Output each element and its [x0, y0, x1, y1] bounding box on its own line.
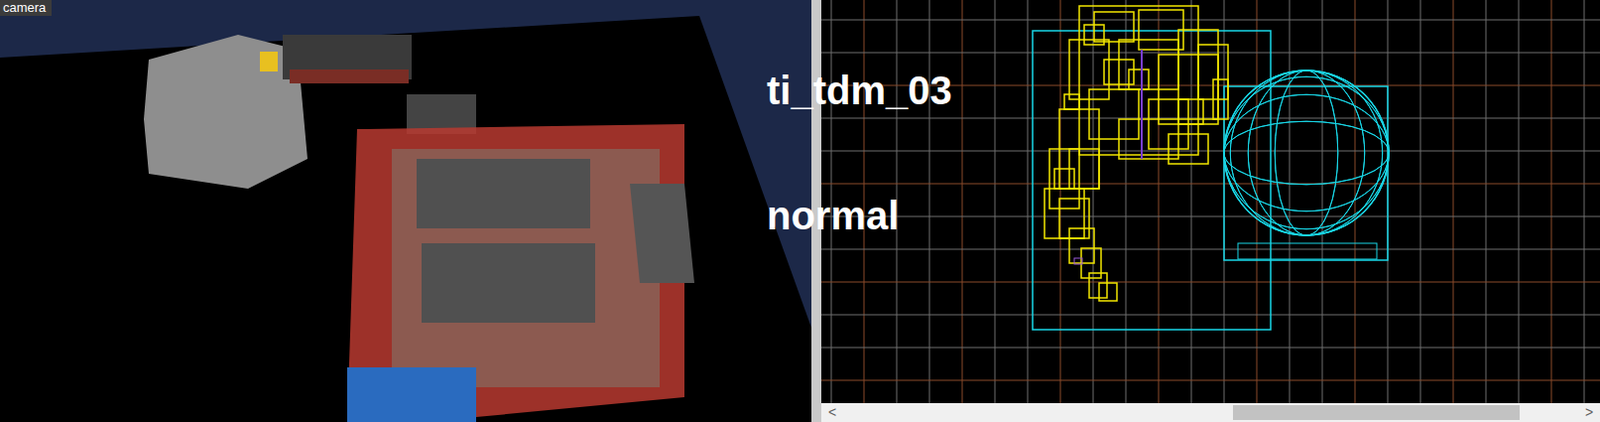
overlay-text: normal — [766, 192, 899, 239]
camera-viewport[interactable]: camera — [0, 0, 812, 422]
scroll-left-button[interactable]: < — [825, 403, 840, 421]
top-viewport-panel: <> — [821, 0, 1600, 422]
viewport-label: camera — [0, 0, 52, 16]
top-view-drawing[interactable] — [821, 0, 1600, 403]
scroll-thumb[interactable] — [1232, 404, 1520, 420]
horizontal-scrollbar[interactable]: <> — [821, 402, 1600, 422]
top-viewport[interactable] — [821, 0, 1600, 403]
scroll-right-button[interactable]: > — [1582, 403, 1597, 421]
editor-window: camera<>ti_tdm_03normal — [0, 0, 1600, 422]
overlay-text: ti_tdm_03 — [766, 67, 953, 114]
scroll-track[interactable] — [843, 403, 1579, 421]
camera-render[interactable] — [0, 0, 812, 422]
